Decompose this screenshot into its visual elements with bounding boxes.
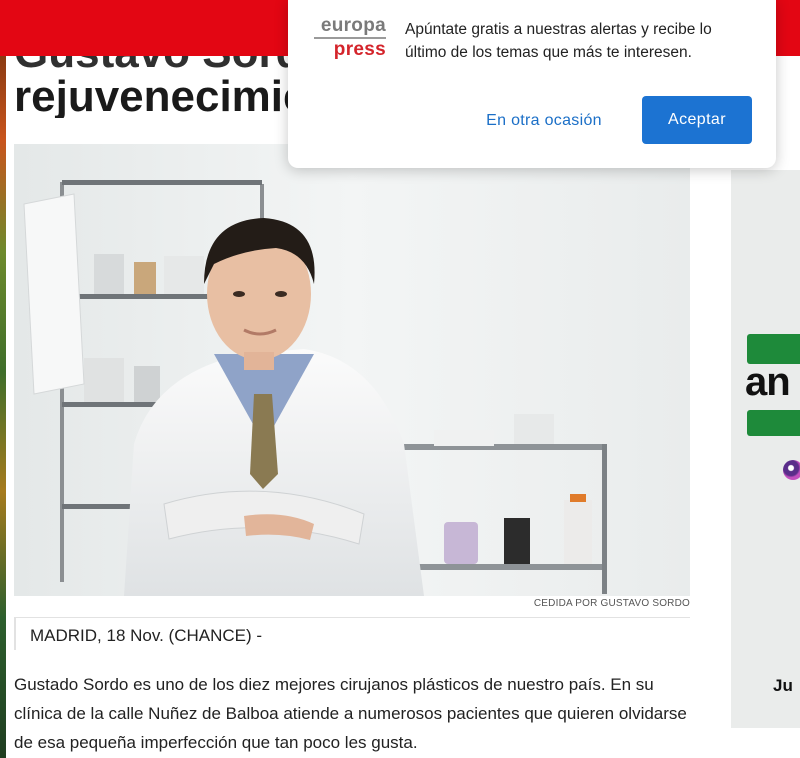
ad-green-bar-bottom — [747, 410, 800, 436]
left-edge-ad-strip — [0, 56, 6, 758]
sidebar-advertisement[interactable]: an Ju — [731, 170, 800, 728]
photo-credit: CEDIDA POR GUSTAVO SORDO — [533, 598, 690, 609]
logo-press: press — [333, 39, 386, 60]
ad-brand-text: an — [745, 360, 791, 404]
dateline-accent-bar — [14, 618, 16, 650]
ad-bottom-text: Ju — [773, 676, 793, 695]
ad-logo-icon — [783, 460, 800, 480]
logo-europa: europa — [320, 15, 386, 36]
dateline-divider — [14, 617, 690, 618]
notification-subscribe-popup: europa press Apúntate gratis a nuestras … — [288, 0, 776, 168]
decline-notifications-button[interactable]: En otra ocasión — [474, 107, 614, 135]
europa-press-logo: europa press — [314, 16, 386, 60]
article-hero-photo — [14, 144, 690, 596]
article-dateline: MADRID, 18 Nov. (CHANCE) - — [30, 626, 263, 645]
doctor-portrait-image — [14, 144, 690, 596]
popup-message: Apúntate gratis a nuestras alertas y rec… — [405, 21, 712, 61]
article-body-paragraph: Gustado Sordo es uno de los diez mejores… — [14, 675, 687, 752]
accept-notifications-button[interactable]: Aceptar — [642, 96, 752, 144]
